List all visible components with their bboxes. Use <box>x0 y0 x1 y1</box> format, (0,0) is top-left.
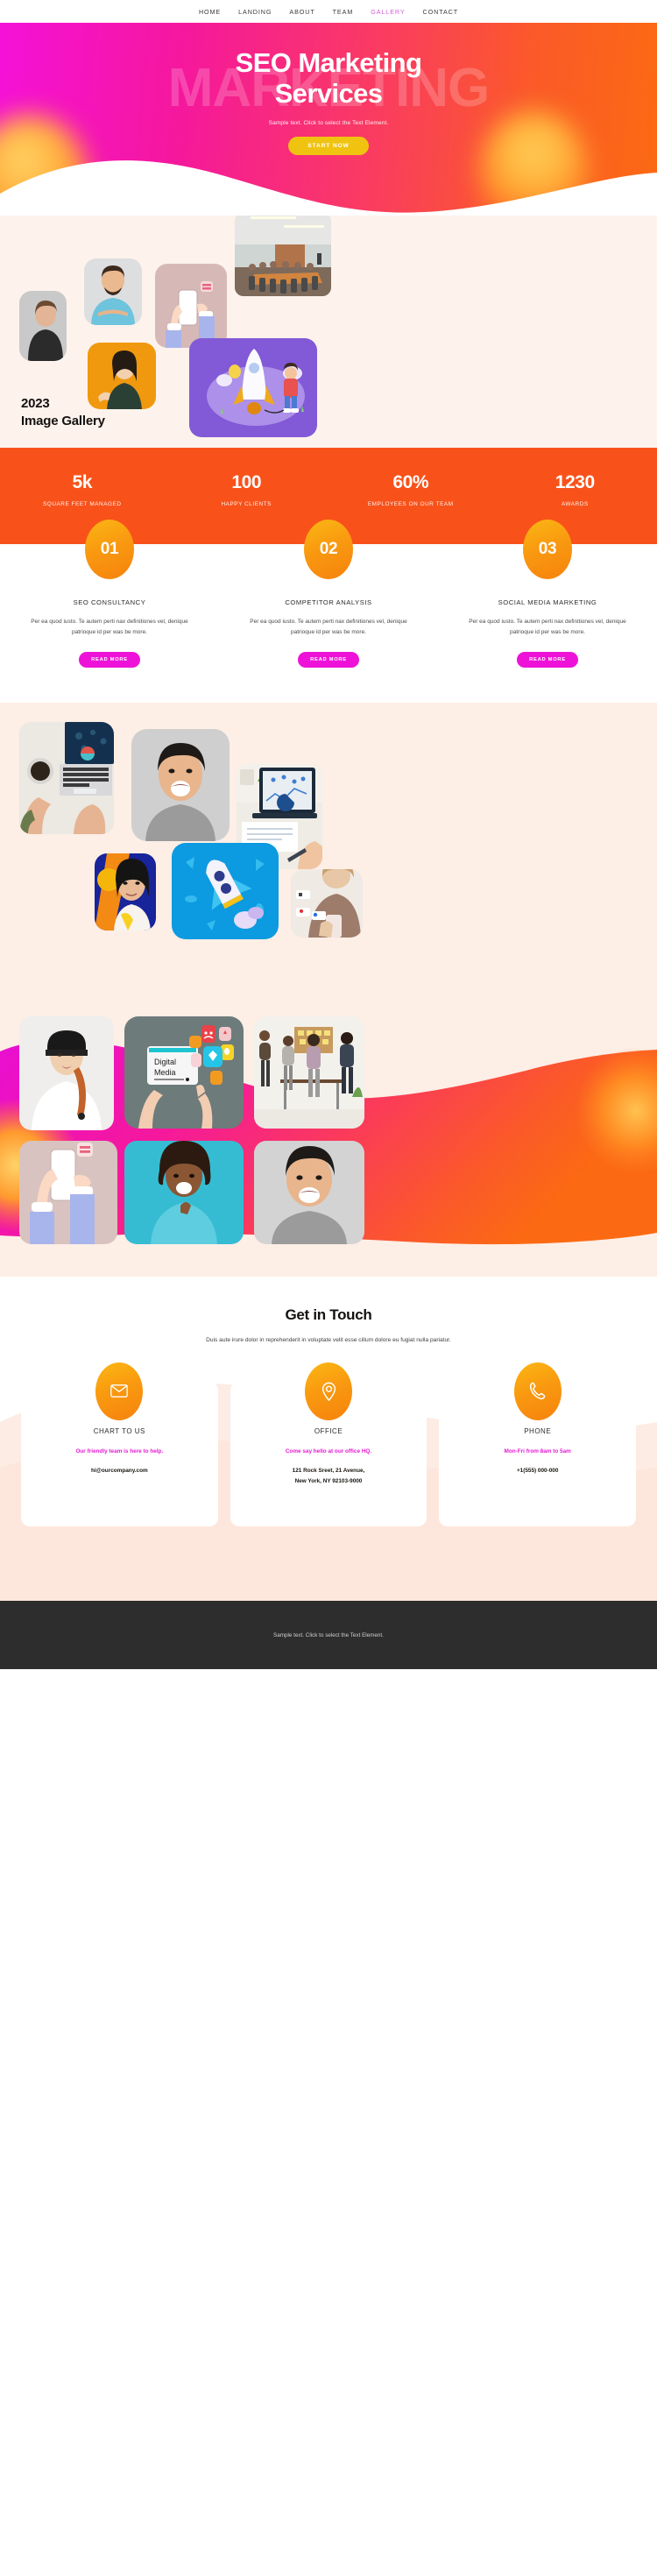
stat-value: 5k <box>72 472 93 492</box>
nav-item-gallery[interactable]: GALLERY <box>371 8 405 16</box>
gallery1-photo-1[interactable] <box>19 291 67 361</box>
gallery2-photo-5[interactable] <box>172 843 279 940</box>
map-pin-icon <box>305 1362 352 1420</box>
service-number-badge: 02 <box>304 520 353 579</box>
contact-card-phone: PHONE Mon-Fri from 8am to 5am +1(555) 00… <box>439 1362 637 1526</box>
stat-item-happy-clients: 100 HAPPY CLIENTS <box>165 472 329 509</box>
gallery1-photo-2[interactable] <box>84 258 142 325</box>
gallery1-photo-4[interactable] <box>235 213 331 296</box>
contact-header: Get in Touch Duis aute irure dolor in re… <box>0 1277 657 1347</box>
stat-value: 1230 <box>555 472 596 492</box>
gallery3-photo-1[interactable] <box>19 1016 114 1131</box>
gallery1-caption: 2023 Image Gallery <box>21 396 105 428</box>
stat-value: 100 <box>231 472 262 492</box>
gallery3-photo-2[interactable]: Digital Media <box>124 1016 244 1129</box>
nav-item-contact[interactable]: CONTACT <box>423 8 459 16</box>
gallery3-photo-3[interactable] <box>254 1016 364 1129</box>
gallery-section-2 <box>0 703 657 1001</box>
gallery2-photo-4[interactable] <box>95 853 156 931</box>
gallery1-caption-year: 2023 <box>21 396 50 411</box>
hero-title: SEO Marketing Services <box>0 47 657 110</box>
services-section: 01 SEO CONSULTANCY Per ea quod iusto. Te… <box>0 520 657 704</box>
start-now-button[interactable]: START NOW <box>288 136 369 155</box>
contact-card-chat: CHART TO US Our friendly team is here to… <box>21 1362 218 1526</box>
gallery3-photo-4[interactable] <box>19 1141 117 1245</box>
gallery1-caption-title: Image Gallery <box>21 414 105 428</box>
service-card-2: 02 COMPETITOR ANALYSIS Per ea quod iusto… <box>219 520 438 669</box>
nav-item-home[interactable]: HOME <box>199 8 221 16</box>
gallery2-photo-1[interactable] <box>19 722 114 835</box>
stat-value: 60% <box>392 472 429 492</box>
service-body: Per ea quod iusto. Te autem perti nax de… <box>469 619 626 636</box>
gallery2-photo-2[interactable] <box>131 729 230 842</box>
service-title: SEO CONSULTANCY <box>73 598 146 606</box>
svg-text:Media: Media <box>154 1068 176 1077</box>
page-root: HOME LANDING ABOUT TEAM GALLERY CONTACT … <box>0 0 657 2576</box>
service-body: Per ea quod iusto. Te autem perti nax de… <box>31 619 188 636</box>
page-footer: Sample text. Click to select the Text El… <box>0 1601 657 1670</box>
read-more-button[interactable]: READ MORE <box>517 652 578 669</box>
contact-title: Get in Touch <box>285 1306 372 1324</box>
contact-card-title: CHART TO US <box>93 1426 145 1435</box>
nav-item-team[interactable]: TEAM <box>333 8 354 16</box>
service-title: SOCIAL MEDIA MARKETING <box>498 598 597 606</box>
gallery3-photo-6[interactable] <box>254 1141 364 1245</box>
hero-section: MARKETING SEO Marketing Services Sample … <box>0 23 657 216</box>
gallery2-photo-6[interactable] <box>291 869 363 938</box>
service-card-1: 01 SEO CONSULTANCY Per ea quod iusto. Te… <box>0 520 219 669</box>
contact-card-office: OFFICE Come say hello at our office HQ. … <box>230 1362 427 1526</box>
contact-card-subtitle: Come say hello at our office HQ. <box>285 1447 372 1454</box>
stat-item-awards: 1230 AWARDS <box>493 472 657 509</box>
stat-item-square-feet: 5k SQUARE FEET MANAGED <box>0 472 165 509</box>
contact-description: Duis aute irure dolor in reprehenderit i… <box>206 1337 451 1344</box>
read-more-button[interactable]: READ MORE <box>298 652 359 669</box>
contact-section: Get in Touch Duis aute irure dolor in re… <box>0 1277 657 1602</box>
hero-wave-divider <box>0 160 657 216</box>
gallery-section-1: 2023 Image Gallery <box>0 213 657 448</box>
contact-card-value[interactable]: +1(555) 000-000 <box>448 1466 627 1476</box>
hero-title-line2: Services <box>274 78 383 110</box>
main-navigation: HOME LANDING ABOUT TEAM GALLERY CONTACT <box>0 0 657 23</box>
service-number-badge: 03 <box>523 520 572 579</box>
contact-card-subtitle: Mon-Fri from 8am to 5am <box>504 1447 571 1454</box>
envelope-icon <box>95 1362 144 1420</box>
service-title: COMPETITOR ANALYSIS <box>285 598 372 606</box>
hero-subtitle: Sample text. Click to select the Text El… <box>268 119 389 126</box>
contact-card-title: PHONE <box>524 1426 552 1435</box>
gallery-section-3: Digital Media <box>0 1001 657 1277</box>
footer-text: Sample text. Click to select the Text El… <box>273 1631 384 1638</box>
stat-label: EMPLOYEES ON OUR TEAM <box>367 501 454 507</box>
gallery1-photo-3[interactable] <box>155 264 227 348</box>
service-number-badge: 01 <box>85 520 134 579</box>
service-card-3: 03 SOCIAL MEDIA MARKETING Per ea quod iu… <box>438 520 657 669</box>
phone-icon <box>513 1362 562 1420</box>
stat-label: HAPPY CLIENTS <box>221 501 272 507</box>
stat-item-employees: 60% EMPLOYEES ON OUR TEAM <box>328 472 493 509</box>
contact-cards: CHART TO US Our friendly team is here to… <box>0 1347 657 1526</box>
hero-title-line1: SEO Marketing <box>235 47 422 78</box>
gallery1-photo-6[interactable] <box>189 338 317 437</box>
stat-label: AWARDS <box>561 501 589 507</box>
nav-item-about[interactable]: ABOUT <box>289 8 314 16</box>
contact-card-value: 121 Rock Sreet, 21 Avenue, New York, NY … <box>292 1467 365 1485</box>
nav-item-landing[interactable]: LANDING <box>238 8 272 16</box>
read-more-button[interactable]: READ MORE <box>79 652 140 669</box>
gallery3-photo-5[interactable] <box>124 1141 244 1245</box>
stat-label: SQUARE FEET MANAGED <box>42 501 122 507</box>
svg-text:Digital: Digital <box>154 1058 176 1066</box>
contact-card-title: OFFICE <box>314 1426 343 1435</box>
contact-card-subtitle: Our friendly team is here to help. <box>75 1447 164 1454</box>
contact-card-value[interactable]: hi@ourcompany.com <box>30 1466 209 1476</box>
service-body: Per ea quod iusto. Te autem perti nax de… <box>250 619 407 636</box>
